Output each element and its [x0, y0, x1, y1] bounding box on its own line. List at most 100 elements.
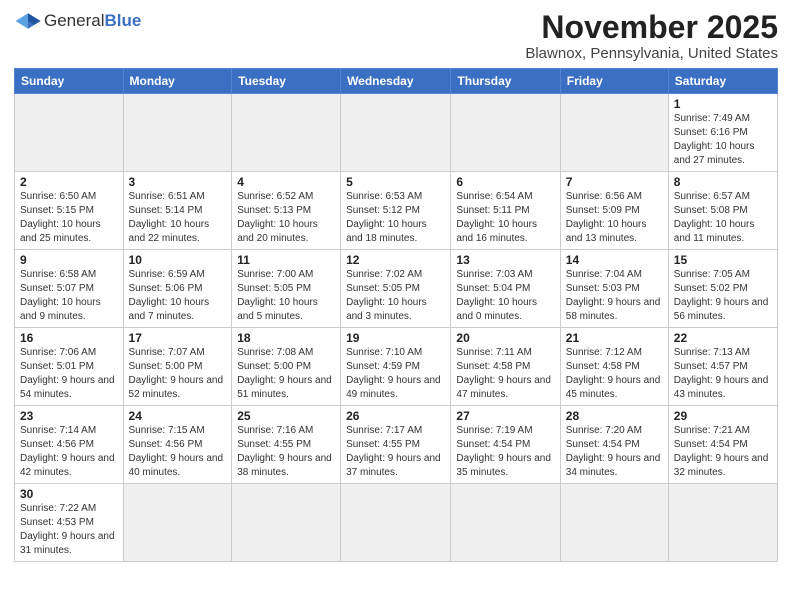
day-info: Sunrise: 6:52 AM Sunset: 5:13 PM Dayligh…: [237, 190, 335, 246]
calendar-cell: [451, 484, 560, 562]
calendar-cell: [123, 94, 232, 172]
day-info: Sunrise: 6:57 AM Sunset: 5:08 PM Dayligh…: [674, 190, 772, 246]
calendar-header-row: SundayMondayTuesdayWednesdayThursdayFrid…: [15, 69, 778, 94]
day-number: 16: [20, 331, 118, 345]
day-info: Sunrise: 6:59 AM Sunset: 5:06 PM Dayligh…: [129, 268, 227, 324]
calendar-cell: 30Sunrise: 7:22 AM Sunset: 4:53 PM Dayli…: [15, 484, 124, 562]
day-number: 18: [237, 331, 335, 345]
calendar-cell: 15Sunrise: 7:05 AM Sunset: 5:02 PM Dayli…: [668, 250, 777, 328]
calendar-cell: 21Sunrise: 7:12 AM Sunset: 4:58 PM Dayli…: [560, 328, 668, 406]
calendar-cell: [560, 94, 668, 172]
day-info: Sunrise: 6:53 AM Sunset: 5:12 PM Dayligh…: [346, 190, 445, 246]
day-info: Sunrise: 7:06 AM Sunset: 5:01 PM Dayligh…: [20, 346, 118, 402]
calendar-cell: 29Sunrise: 7:21 AM Sunset: 4:54 PM Dayli…: [668, 406, 777, 484]
day-info: Sunrise: 7:00 AM Sunset: 5:05 PM Dayligh…: [237, 268, 335, 324]
day-info: Sunrise: 7:21 AM Sunset: 4:54 PM Dayligh…: [674, 424, 772, 480]
col-header-saturday: Saturday: [668, 69, 777, 94]
calendar-cell: [232, 94, 341, 172]
day-number: 21: [566, 331, 663, 345]
day-info: Sunrise: 7:20 AM Sunset: 4:54 PM Dayligh…: [566, 424, 663, 480]
day-number: 29: [674, 409, 772, 423]
day-number: 6: [456, 175, 554, 189]
calendar-cell: [15, 94, 124, 172]
calendar-cell: 22Sunrise: 7:13 AM Sunset: 4:57 PM Dayli…: [668, 328, 777, 406]
calendar-cell: 18Sunrise: 7:08 AM Sunset: 5:00 PM Dayli…: [232, 328, 341, 406]
col-header-thursday: Thursday: [451, 69, 560, 94]
day-number: 13: [456, 253, 554, 267]
day-info: Sunrise: 7:49 AM Sunset: 6:16 PM Dayligh…: [674, 112, 772, 168]
day-number: 1: [674, 97, 772, 111]
location-title: Blawnox, Pennsylvania, United States: [525, 45, 778, 62]
day-info: Sunrise: 6:51 AM Sunset: 5:14 PM Dayligh…: [129, 190, 227, 246]
day-info: Sunrise: 7:16 AM Sunset: 4:55 PM Dayligh…: [237, 424, 335, 480]
calendar-cell: 16Sunrise: 7:06 AM Sunset: 5:01 PM Dayli…: [15, 328, 124, 406]
day-info: Sunrise: 6:50 AM Sunset: 5:15 PM Dayligh…: [20, 190, 118, 246]
calendar-cell: 26Sunrise: 7:17 AM Sunset: 4:55 PM Dayli…: [341, 406, 451, 484]
calendar-table: SundayMondayTuesdayWednesdayThursdayFrid…: [14, 68, 778, 562]
day-number: 24: [129, 409, 227, 423]
day-info: Sunrise: 7:17 AM Sunset: 4:55 PM Dayligh…: [346, 424, 445, 480]
day-info: Sunrise: 7:22 AM Sunset: 4:53 PM Dayligh…: [20, 502, 118, 558]
day-info: Sunrise: 7:04 AM Sunset: 5:03 PM Dayligh…: [566, 268, 663, 324]
day-number: 23: [20, 409, 118, 423]
calendar-cell: [560, 484, 668, 562]
calendar-cell: 23Sunrise: 7:14 AM Sunset: 4:56 PM Dayli…: [15, 406, 124, 484]
week-row-1: 2Sunrise: 6:50 AM Sunset: 5:15 PM Daylig…: [15, 172, 778, 250]
day-number: 30: [20, 487, 118, 501]
day-number: 7: [566, 175, 663, 189]
day-number: 28: [566, 409, 663, 423]
day-number: 9: [20, 253, 118, 267]
day-info: Sunrise: 7:11 AM Sunset: 4:58 PM Dayligh…: [456, 346, 554, 402]
day-number: 17: [129, 331, 227, 345]
day-number: 2: [20, 175, 118, 189]
day-number: 15: [674, 253, 772, 267]
day-number: 11: [237, 253, 335, 267]
day-number: 22: [674, 331, 772, 345]
day-info: Sunrise: 6:58 AM Sunset: 5:07 PM Dayligh…: [20, 268, 118, 324]
day-number: 8: [674, 175, 772, 189]
col-header-sunday: Sunday: [15, 69, 124, 94]
day-info: Sunrise: 7:08 AM Sunset: 5:00 PM Dayligh…: [237, 346, 335, 402]
week-row-3: 16Sunrise: 7:06 AM Sunset: 5:01 PM Dayli…: [15, 328, 778, 406]
logo-area: GeneralBlue: [14, 10, 141, 32]
logo-icon: [14, 10, 42, 32]
day-info: Sunrise: 7:15 AM Sunset: 4:56 PM Dayligh…: [129, 424, 227, 480]
day-info: Sunrise: 7:10 AM Sunset: 4:59 PM Dayligh…: [346, 346, 445, 402]
calendar-cell: 12Sunrise: 7:02 AM Sunset: 5:05 PM Dayli…: [341, 250, 451, 328]
day-number: 14: [566, 253, 663, 267]
day-info: Sunrise: 7:14 AM Sunset: 4:56 PM Dayligh…: [20, 424, 118, 480]
calendar-cell: [341, 94, 451, 172]
calendar-cell: 7Sunrise: 6:56 AM Sunset: 5:09 PM Daylig…: [560, 172, 668, 250]
day-number: 25: [237, 409, 335, 423]
week-row-0: 1Sunrise: 7:49 AM Sunset: 6:16 PM Daylig…: [15, 94, 778, 172]
calendar-cell: 8Sunrise: 6:57 AM Sunset: 5:08 PM Daylig…: [668, 172, 777, 250]
calendar-cell: 5Sunrise: 6:53 AM Sunset: 5:12 PM Daylig…: [341, 172, 451, 250]
day-number: 27: [456, 409, 554, 423]
day-number: 26: [346, 409, 445, 423]
calendar-cell: [123, 484, 232, 562]
calendar-cell: 28Sunrise: 7:20 AM Sunset: 4:54 PM Dayli…: [560, 406, 668, 484]
title-area: November 2025 Blawnox, Pennsylvania, Uni…: [525, 10, 778, 62]
calendar-cell: [451, 94, 560, 172]
calendar-cell: 14Sunrise: 7:04 AM Sunset: 5:03 PM Dayli…: [560, 250, 668, 328]
day-number: 5: [346, 175, 445, 189]
day-info: Sunrise: 7:03 AM Sunset: 5:04 PM Dayligh…: [456, 268, 554, 324]
calendar-cell: 25Sunrise: 7:16 AM Sunset: 4:55 PM Dayli…: [232, 406, 341, 484]
month-title: November 2025: [525, 10, 778, 45]
calendar-cell: 27Sunrise: 7:19 AM Sunset: 4:54 PM Dayli…: [451, 406, 560, 484]
calendar-cell: [668, 484, 777, 562]
calendar-cell: 1Sunrise: 7:49 AM Sunset: 6:16 PM Daylig…: [668, 94, 777, 172]
calendar-cell: 9Sunrise: 6:58 AM Sunset: 5:07 PM Daylig…: [15, 250, 124, 328]
day-info: Sunrise: 6:56 AM Sunset: 5:09 PM Dayligh…: [566, 190, 663, 246]
logo: GeneralBlue: [14, 10, 141, 32]
day-info: Sunrise: 7:19 AM Sunset: 4:54 PM Dayligh…: [456, 424, 554, 480]
day-info: Sunrise: 7:07 AM Sunset: 5:00 PM Dayligh…: [129, 346, 227, 402]
calendar-cell: 24Sunrise: 7:15 AM Sunset: 4:56 PM Dayli…: [123, 406, 232, 484]
day-info: Sunrise: 7:13 AM Sunset: 4:57 PM Dayligh…: [674, 346, 772, 402]
header: GeneralBlue November 2025 Blawnox, Penns…: [14, 10, 778, 62]
calendar-cell: 17Sunrise: 7:07 AM Sunset: 5:00 PM Dayli…: [123, 328, 232, 406]
day-number: 3: [129, 175, 227, 189]
calendar-cell: 4Sunrise: 6:52 AM Sunset: 5:13 PM Daylig…: [232, 172, 341, 250]
day-info: Sunrise: 7:05 AM Sunset: 5:02 PM Dayligh…: [674, 268, 772, 324]
week-row-2: 9Sunrise: 6:58 AM Sunset: 5:07 PM Daylig…: [15, 250, 778, 328]
